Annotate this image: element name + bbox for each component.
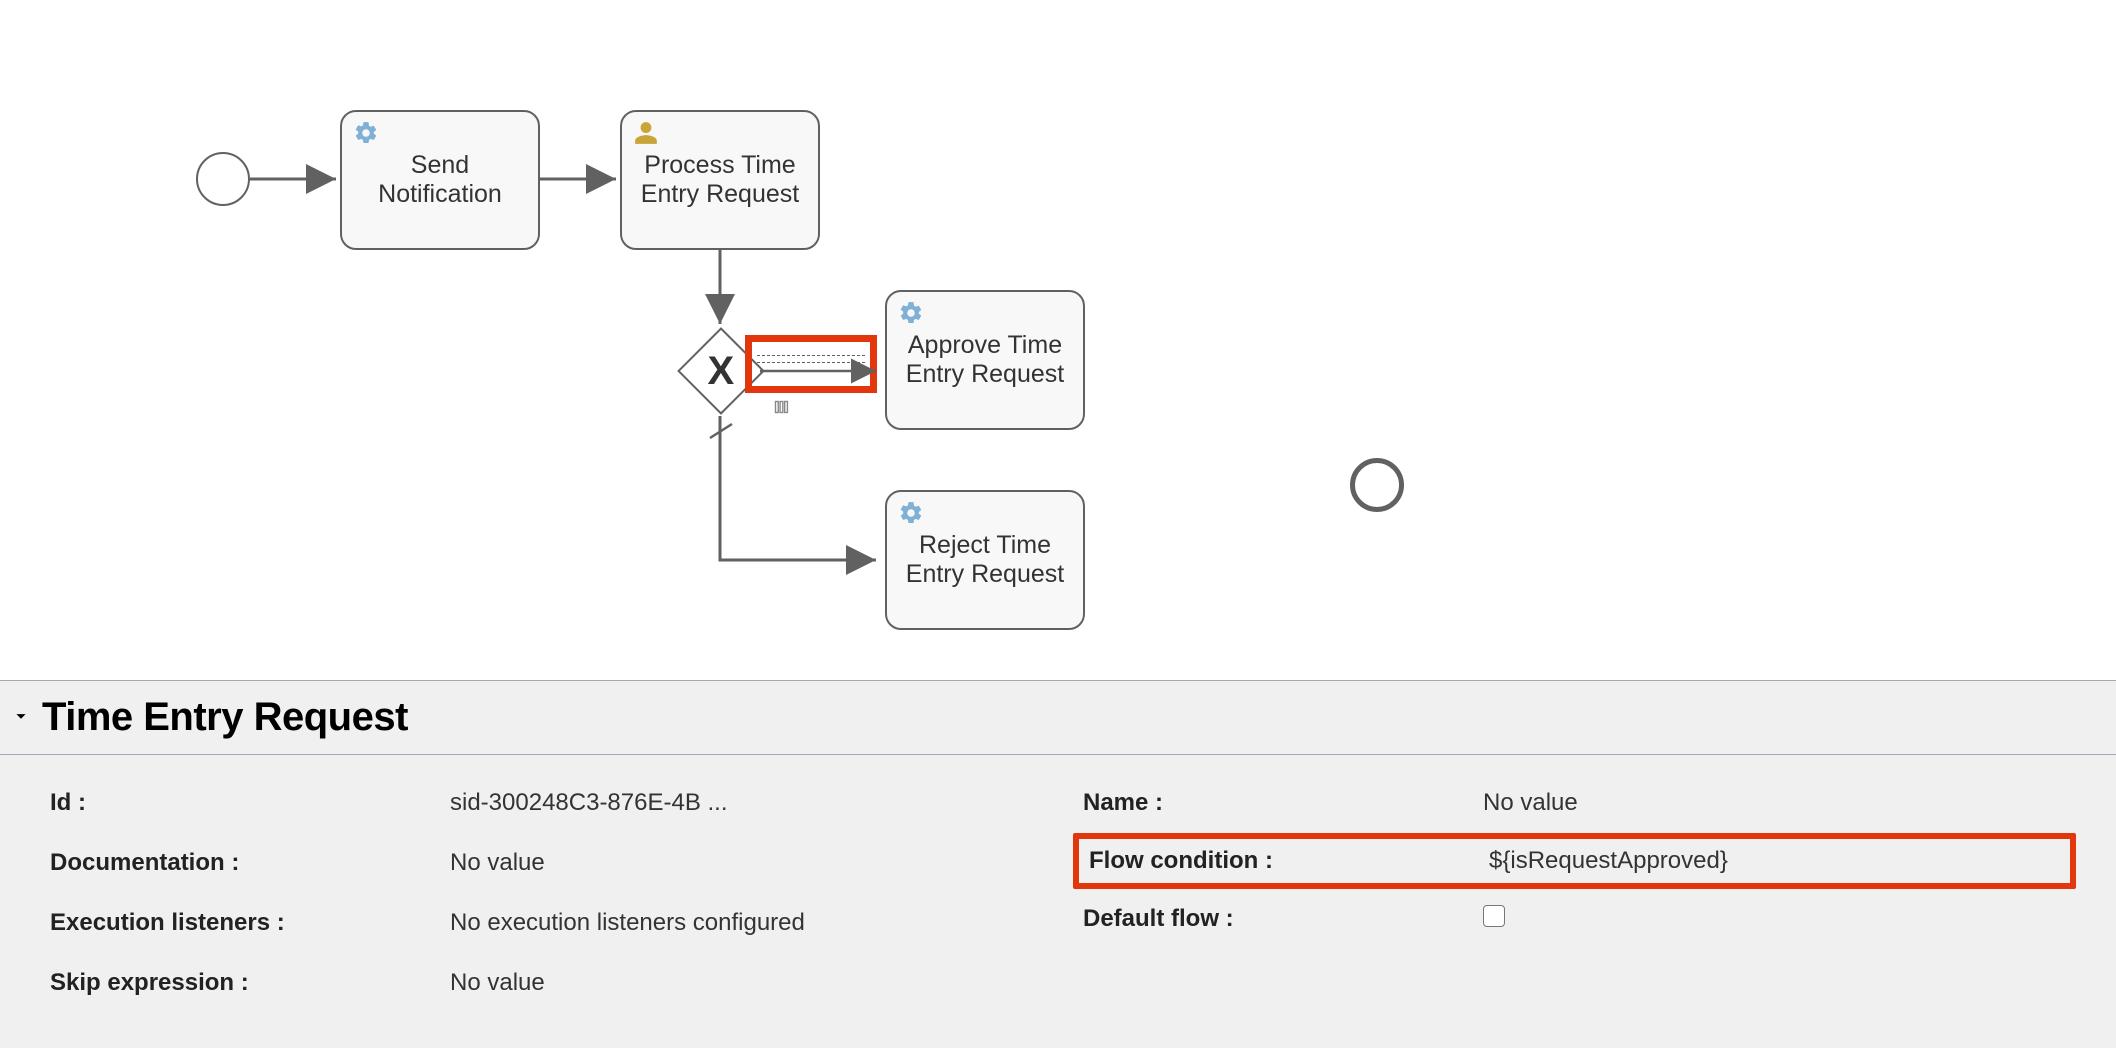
end-event[interactable] [1350,458,1404,512]
task-process-time-entry[interactable]: Process Time Entry Request [620,110,820,250]
prop-value: No execution listeners configured [450,909,1043,937]
prop-label: Flow condition : [1089,847,1489,875]
prop-row-default-flow[interactable]: Default flow : [1083,889,2076,949]
selected-flow-dotted [757,355,865,363]
gear-icon [352,120,380,148]
prop-value: sid-300248C3-876E-4B ... [450,789,1043,817]
panel-title: Time Entry Request [42,695,408,740]
task-label: Reject Time Entry Request [906,531,1064,589]
panel-col-right: Name : No value Flow condition : ${isReq… [1083,773,2076,1013]
default-flow-checkbox[interactable] [1483,905,2076,934]
prop-label: Name : [1083,789,1483,817]
user-icon [632,120,660,148]
prop-label: Execution listeners : [50,909,450,937]
prop-label: Default flow : [1083,905,1483,933]
exclusive-gateway[interactable]: X [690,340,752,402]
prop-row-name[interactable]: Name : No value [1083,773,2076,833]
drag-handle-icon[interactable] [770,396,792,423]
task-label: Process Time Entry Request [641,151,799,209]
task-send-notification[interactable]: Send Notification [340,110,540,250]
prop-row-skip-expression[interactable]: Skip expression : No value [50,953,1043,1013]
properties-panel: Time Entry Request Id : sid-300248C3-876… [0,680,2116,1048]
chevron-down-icon [10,705,32,734]
task-approve-time-entry[interactable]: Approve Time Entry Request [885,290,1085,430]
prop-row-flow-condition[interactable]: Flow condition : ${isRequestApproved} [1073,833,2076,889]
prop-value: No value [1483,789,2076,817]
gear-icon [897,300,925,328]
prop-label: Skip expression : [50,969,450,997]
selected-flow-highlight [745,335,877,393]
gateway-marker: X [708,349,735,394]
task-label: Send Notification [378,151,502,209]
gear-icon [897,500,925,528]
prop-row-execution-listeners[interactable]: Execution listeners : No execution liste… [50,893,1043,953]
prop-label: Id : [50,789,450,817]
task-reject-time-entry[interactable]: Reject Time Entry Request [885,490,1085,630]
panel-header[interactable]: Time Entry Request [0,681,2116,755]
prop-label: Documentation : [50,849,450,877]
prop-value: No value [450,849,1043,877]
prop-row-id[interactable]: Id : sid-300248C3-876E-4B ... [50,773,1043,833]
panel-col-left: Id : sid-300248C3-876E-4B ... Documentat… [50,773,1043,1013]
prop-row-documentation[interactable]: Documentation : No value [50,833,1043,893]
task-label: Approve Time Entry Request [906,331,1064,389]
bpmn-canvas[interactable]: Send Notification Process Time Entry Req… [0,0,2116,680]
panel-body: Id : sid-300248C3-876E-4B ... Documentat… [0,755,2116,1013]
prop-value: No value [450,969,1043,997]
prop-value: ${isRequestApproved} [1489,847,2070,875]
start-event[interactable] [196,152,250,206]
